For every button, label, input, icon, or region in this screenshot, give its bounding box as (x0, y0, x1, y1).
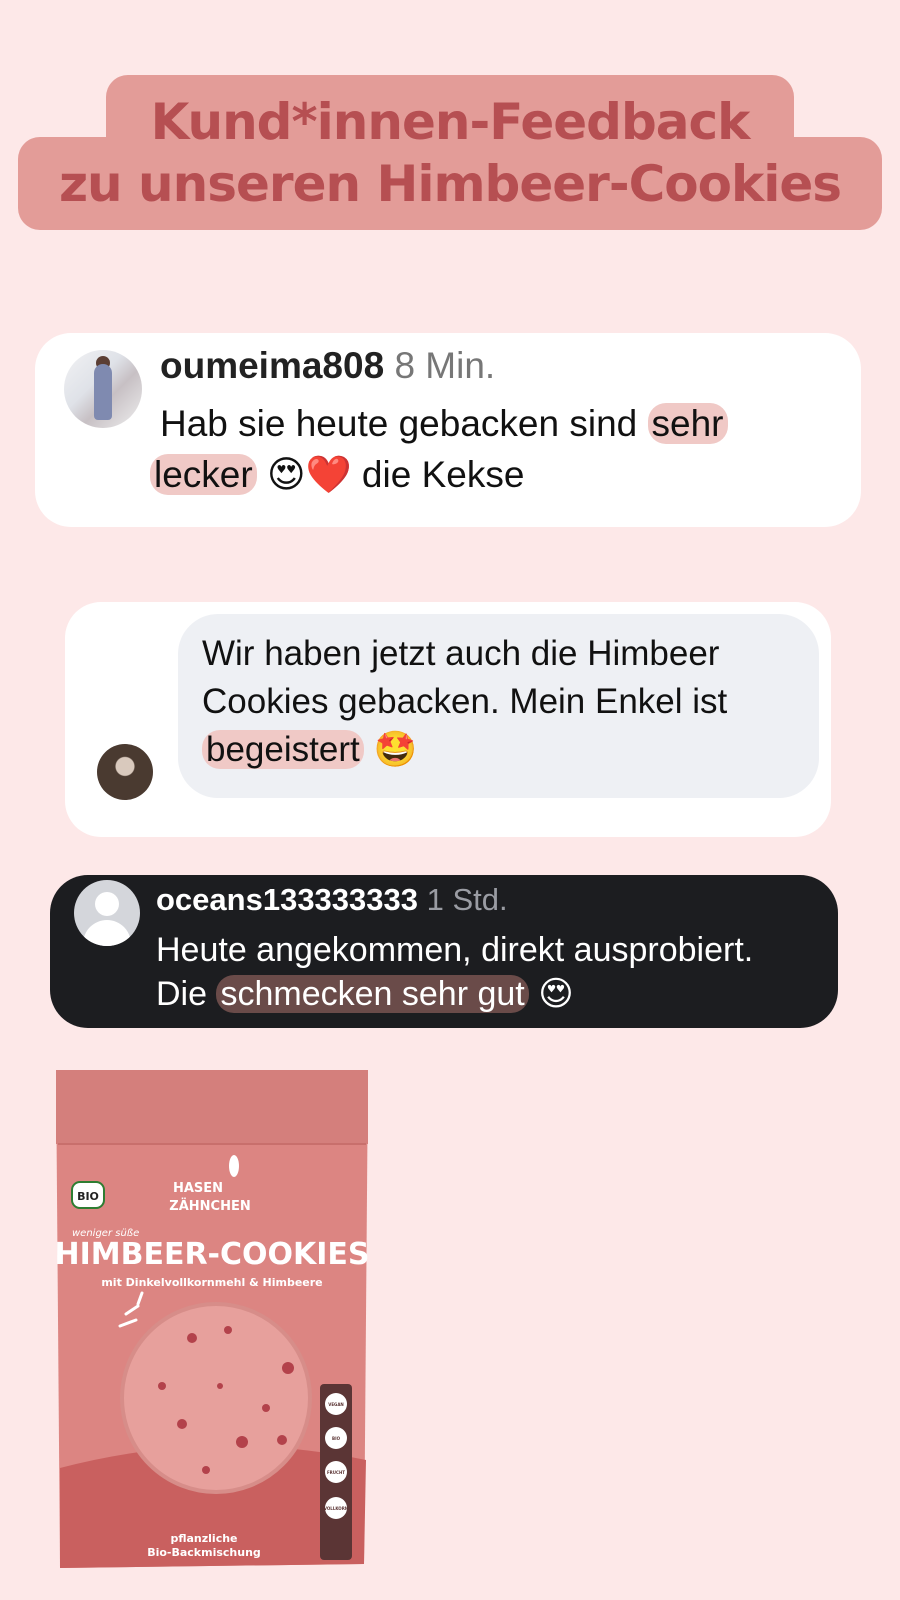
avatar-body (83, 920, 131, 946)
badge-label: VOLLKORN (324, 1506, 348, 1511)
avatar-head (95, 892, 119, 916)
comment-text: Hab sie heute gebacken sind sehr (160, 398, 840, 449)
page-title: Kund*innen-Feedback zu unseren Himbeer-C… (18, 91, 882, 215)
badge-label: BIO (332, 1436, 341, 1441)
avatar-figure (94, 364, 112, 420)
comment-text: Wir haben jetzt auch die Himbeer Cookies… (202, 630, 812, 774)
comment-highlight: begeistert (202, 730, 364, 769)
bunny-logo-icon (229, 1155, 239, 1177)
package-top-strip (56, 1070, 368, 1144)
brand-line-2: ZÄHNCHEN (169, 1198, 250, 1214)
comment-text-line-1: Heute angekommen, direkt ausprobiert. (156, 931, 754, 969)
product-subtitle: mit Dinkelvollkornmehl & Himbeere (101, 1276, 322, 1289)
avatar[interactable] (64, 350, 142, 428)
title-line-2: zu unseren Himbeer-Cookies (58, 155, 842, 213)
comment-timestamp: 8 Min. (394, 345, 496, 386)
comment-text-line-2: Die schmecken sehr gut 😍 (156, 972, 816, 1016)
comment-text-line-2: Cookies gebacken. Mein Enkel ist (202, 682, 728, 721)
badge-label: FRUCHT (327, 1470, 345, 1475)
comment-text-line-3: begeistert 🤩 (202, 726, 812, 774)
comment-timestamp: 1 Std. (426, 882, 508, 917)
bio-label-text: BIO (77, 1190, 99, 1203)
product-package: BIO HASEN ZÄHNCHEN weniger süße HIMBEER-… (54, 1070, 370, 1568)
emoji-icon: 😍❤️ (266, 453, 352, 496)
comment-text-part: Die (156, 975, 208, 1013)
product-name: HIMBEER-COOKIES (54, 1237, 369, 1272)
username-text: oceans133333333 (156, 882, 419, 917)
comment-text: Heute angekommen, direkt ausprobiert. Di… (156, 928, 816, 1016)
comment-highlight: schmecken sehr gut (216, 975, 529, 1013)
emoji-icon: 😍 (538, 974, 574, 1014)
comment-text-part: die Kekse (361, 454, 525, 495)
comment-highlight: sehr (647, 403, 728, 444)
brand-line-1: HASEN (173, 1181, 223, 1196)
comment-text-line-1: Wir haben jetzt auch die Himbeer (202, 634, 720, 673)
default-avatar-icon[interactable] (74, 880, 140, 946)
emoji-icon: 🤩 (373, 730, 418, 770)
footer-line-2: Bio-Backmischung (147, 1546, 261, 1559)
comment-username[interactable]: oceans133333333 1 Std. (156, 882, 508, 918)
avatar[interactable] (97, 744, 153, 800)
comment-highlight: lecker (150, 454, 257, 495)
comment-text-part: Hab sie heute gebacken sind (160, 403, 638, 444)
comment-text-line-2: lecker 😍❤️ die Kekse (150, 449, 830, 500)
title-banner: Kund*innen-Feedback zu unseren Himbeer-C… (18, 75, 882, 230)
badge-label: VEGAN (328, 1402, 344, 1407)
username-text: oumeima808 (160, 345, 385, 386)
title-line-1: Kund*innen-Feedback (150, 93, 751, 151)
comment-username[interactable]: oumeima808 8 Min. (160, 345, 495, 387)
footer-line-1: pflanzliche (170, 1532, 237, 1545)
